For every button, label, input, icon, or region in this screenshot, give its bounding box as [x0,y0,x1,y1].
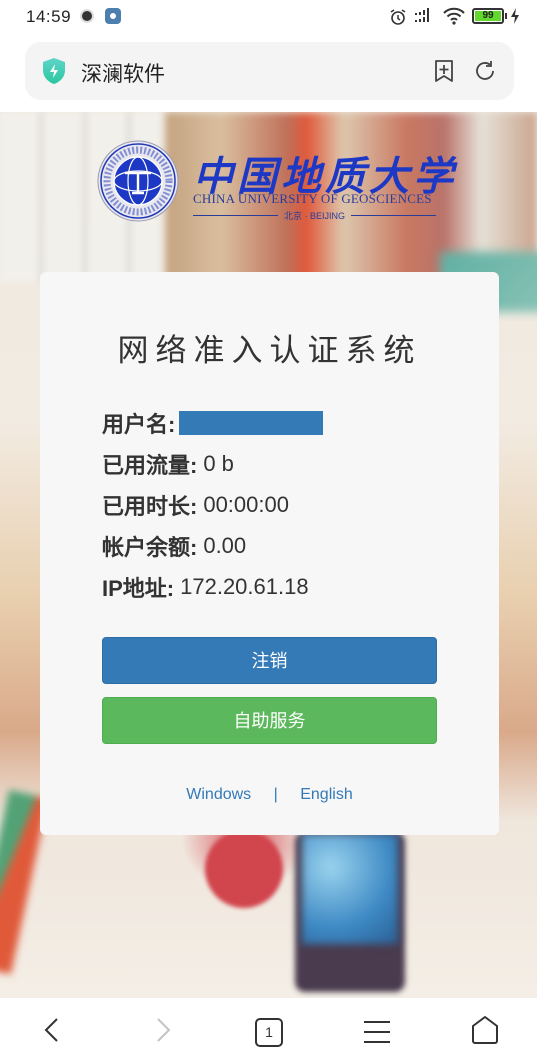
info-row-duration: 已用时长: 00:00:00 [102,484,323,525]
background-lg-logo [205,830,283,908]
divider [193,214,278,216]
battery-level: 99 [475,11,501,21]
status-time: 14:59 [26,7,72,26]
account-info: 用户名: 已用流量: 0 b 已用时长: 00:00:00 帐户余额: 0.00… [102,402,324,607]
windows-link[interactable]: Windows [186,786,251,804]
info-row-balance: 帐户余额: 0.00 [102,525,323,566]
battery-tip [505,13,507,19]
auth-card: 网络准入认证系统 用户名: 已用流量: 0 b 已用时长: 00:00:00 帐… [40,272,499,835]
forward-icon[interactable] [153,1016,173,1048]
university-location: 北京 · BEIJING [193,209,437,221]
info-row-username: 用户名: [102,402,324,443]
settings-app-icon [105,8,121,24]
link-separator: | [273,786,278,803]
page-title[interactable]: 深澜软件 [81,58,165,88]
university-seal-icon [97,140,179,226]
info-label: 用户名: [102,411,176,437]
username-redacted [179,410,324,435]
university-name-en: CHINA UNIVERSITY OF GEOSCIENCES [193,191,432,206]
clock-app-icon [80,9,94,23]
shield-icon [41,57,67,89]
info-label: 帐户余额: [102,534,198,560]
page-content: 中国地质大学 CHINA UNIVERSITY OF GEOSCIENCES 北… [0,112,537,998]
info-row-traffic: 已用流量: 0 b [102,443,323,484]
location-text: 北京 · BEIJING [284,210,346,221]
footer-links: Windows | English [40,786,499,804]
signal-icon [415,8,437,28]
english-link[interactable]: English [300,786,352,804]
home-icon[interactable] [470,1015,500,1049]
info-row-ip: IP地址: 172.20.61.18 [102,566,323,607]
charging-icon [510,8,520,28]
background-phone-screen [302,834,398,944]
info-value: 00:00:00 [203,491,289,517]
wifi-icon [443,7,465,29]
bookmark-add-icon[interactable] [433,59,455,87]
status-bar: 14:59 99 [0,0,537,34]
reload-icon[interactable] [473,59,497,87]
battery-icon: 99 [472,8,504,24]
info-value: 172.20.61.18 [180,573,309,599]
back-icon[interactable] [42,1016,62,1048]
divider [351,214,437,216]
info-label: 已用流量: [102,452,198,478]
alarm-icon [389,8,407,30]
university-logo: 中国地质大学 CHINA UNIVERSITY OF GEOSCIENCES 北… [97,140,453,226]
self-service-button[interactable]: 自助服务 [102,697,437,744]
info-label: 已用时长: [102,493,198,519]
info-value: 0.00 [203,532,247,558]
card-title: 网络准入认证系统 [117,333,422,369]
info-value: 0 b [203,450,234,476]
url-bar[interactable]: 深澜软件 [25,42,514,100]
menu-icon[interactable] [363,1020,391,1048]
tabs-button[interactable]: 1 [255,1018,283,1047]
bottom-navigation: 1 [0,998,537,1061]
logout-button[interactable]: 注销 [102,637,437,684]
info-label: IP地址: [102,575,175,601]
